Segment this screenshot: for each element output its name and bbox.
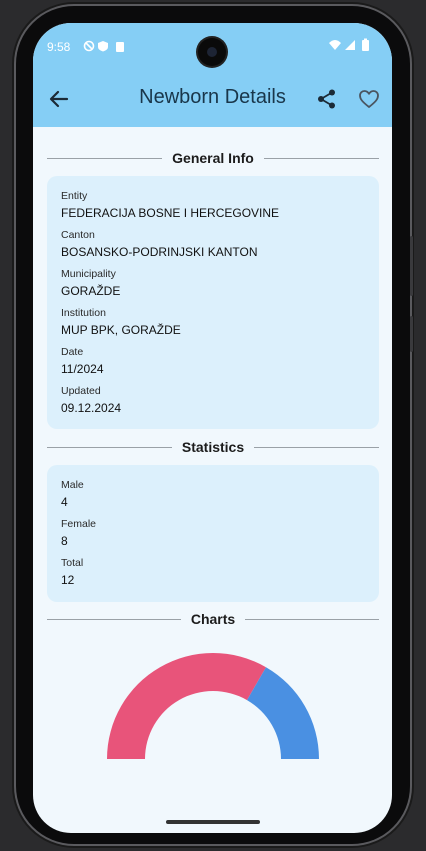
- field-municipality: Municipality GORAŽDE: [61, 268, 120, 298]
- field-label: Entity: [61, 190, 88, 202]
- divider-line: [47, 618, 181, 620]
- field-value: 09.12.2024: [61, 401, 122, 415]
- divider-line: [245, 618, 380, 620]
- heart-outline-icon: [359, 90, 379, 108]
- field-total: Total 12: [61, 557, 83, 587]
- field-value: BOSANSKO-PODRINJSKI KANTON: [61, 245, 258, 259]
- field-value: MUP BPK, GORAŽDE: [61, 323, 181, 337]
- field-label: Date: [61, 346, 84, 358]
- general-info-card: Entity FEDERACIJA BOSNE I HERCEGOVINE Ca…: [47, 176, 379, 429]
- section-title: Charts: [190, 611, 236, 627]
- field-male: Male 4: [61, 479, 84, 509]
- app-screen: 9:58 Newborn Details General Info Entity…: [33, 23, 392, 833]
- field-label: Total: [61, 557, 84, 569]
- charts-heading: Charts: [47, 609, 380, 629]
- field-female: Female 8: [61, 518, 96, 548]
- share-icon: [318, 89, 335, 109]
- field-label: Canton: [61, 229, 95, 241]
- wifi-battery-icons: [329, 38, 369, 51]
- status-time: 9:58: [47, 40, 71, 54]
- semi-donut-chart: [107, 653, 319, 759]
- favorite-button[interactable]: [358, 88, 380, 110]
- field-label: Female: [61, 518, 97, 530]
- share-button[interactable]: [316, 88, 338, 110]
- field-label: Municipality: [61, 268, 116, 280]
- section-title: General Info: [172, 150, 254, 166]
- front-camera: [198, 38, 226, 66]
- statistics-heading: Statistics: [47, 437, 379, 457]
- gender-chart: [33, 643, 392, 798]
- field-value: GORAŽDE: [61, 284, 121, 298]
- divider-line: [47, 157, 163, 159]
- divider-line: [47, 446, 172, 448]
- field-label: Male: [61, 479, 84, 491]
- field-value: FEDERACIJA BOSNE I HERCEGOVINE: [61, 206, 280, 220]
- status-notification-icons: [83, 40, 129, 55]
- page-title: Newborn Details: [139, 86, 286, 108]
- field-label: Updated: [61, 385, 101, 397]
- field-value: 4: [61, 495, 68, 509]
- home-indicator[interactable]: [166, 820, 260, 824]
- status-system-icons: [328, 38, 372, 55]
- section-title: Statistics: [181, 439, 245, 455]
- field-entity: Entity FEDERACIJA BOSNE I HERCEGOVINE: [61, 190, 279, 220]
- divider-line: [254, 446, 379, 448]
- field-date: Date 11/2024: [61, 346, 104, 376]
- field-value: 12: [61, 573, 75, 587]
- general-info-heading: General Info: [47, 148, 379, 168]
- statistics-card: Male 4 Female 8 Total 12: [47, 465, 379, 602]
- field-value: 11/2024: [61, 362, 104, 376]
- field-canton: Canton BOSANSKO-PODRINJSKI KANTON: [61, 229, 257, 259]
- field-label: Institution: [61, 307, 106, 319]
- field-value: 8: [61, 534, 68, 548]
- field-updated: Updated 09.12.2024: [61, 385, 121, 415]
- field-institution: Institution MUP BPK, GORAŽDE: [61, 307, 181, 337]
- notification-icons: [83, 40, 124, 52]
- volume-button: [410, 236, 413, 296]
- divider-line: [263, 157, 379, 159]
- app-bar: 9:58 Newborn Details: [33, 23, 392, 127]
- power-button: [410, 316, 413, 352]
- chart-slice-female: [107, 653, 266, 759]
